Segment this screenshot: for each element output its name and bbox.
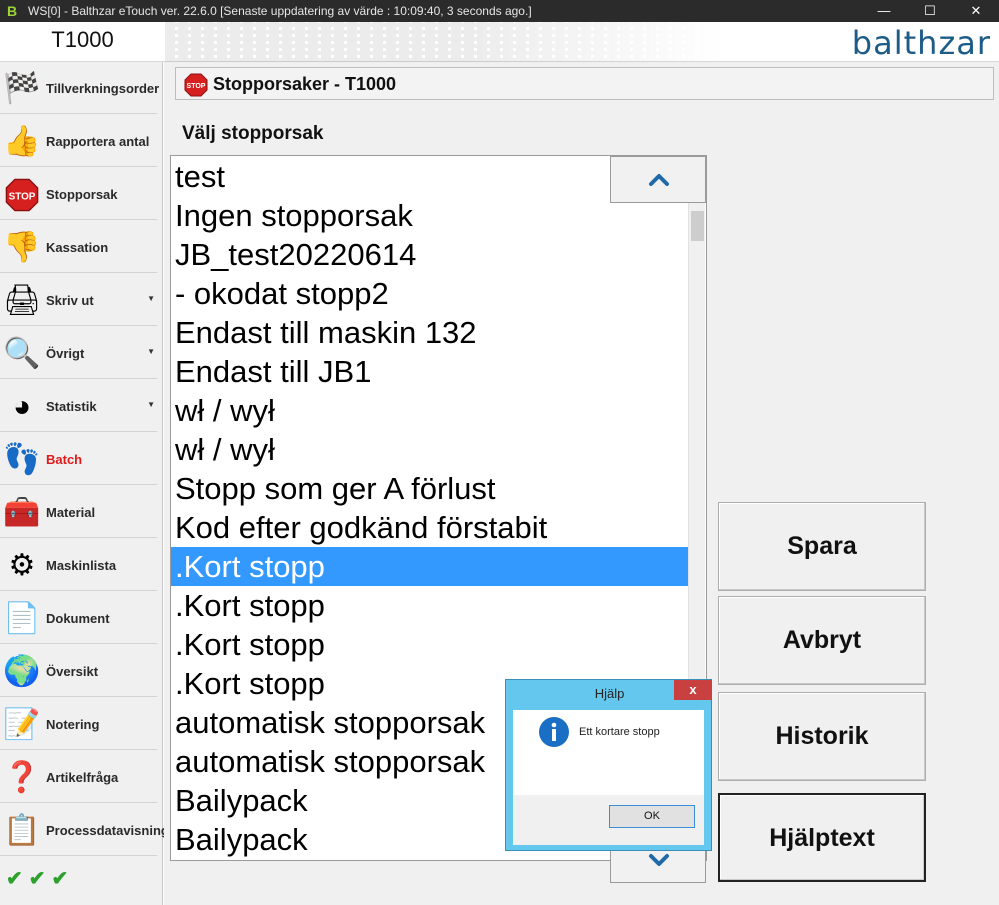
info-icon (539, 717, 569, 747)
list-item[interactable]: wł / wył (171, 430, 689, 469)
submenu-arrow-icon: ▼ (147, 347, 155, 356)
sidebar-item-label: Kassation (46, 240, 109, 255)
choose-reason-label: Välj stopporsak (182, 123, 324, 144)
sidebar-item-label: Stopporsak (46, 187, 118, 202)
stop-sign-icon: STOP (184, 73, 208, 97)
list-item[interactable]: .Kort stopp (171, 586, 689, 625)
gears-icon: ⚙ (8, 549, 36, 582)
list-item[interactable]: Kod efter godkänd förstabit (171, 508, 689, 547)
list-item[interactable]: - okodat stopp2 (171, 274, 689, 313)
globe-icon: 🌍 (3, 655, 41, 688)
dialog-close-button[interactable]: x (674, 680, 712, 700)
sidebar-item-3[interactable]: STOP Stopporsak (0, 168, 157, 220)
sidebar-item-label: Skriv ut (46, 293, 94, 308)
sidebar-item-label: Material (46, 505, 96, 520)
sidebar-item-label: Processdatavisning (46, 823, 169, 838)
machine-name: T1000 (51, 27, 114, 52)
sidebar-item-5[interactable]: 🖨 Skriv ut ▼ (0, 274, 157, 326)
help-dialog: Hjälp x Ett kortare stopp OK (505, 679, 712, 851)
list-item[interactable]: Endast till JB1 (171, 352, 689, 391)
sidebar-item-14[interactable]: ❓ Artikelfråga (0, 751, 157, 803)
sidebar-item-label: Översikt (46, 664, 99, 679)
sidebar-item-label: Rapportera antal (46, 134, 150, 149)
sidebar-item-4[interactable]: 👎 Kassation (0, 221, 157, 273)
list-item[interactable]: wł / wył (171, 391, 689, 430)
thumbs-down-icon: 👎 (3, 231, 41, 264)
sidebar-item-label: Artikelfråga (46, 770, 119, 785)
list-item[interactable]: Stopp som ger A förlust (171, 469, 689, 508)
stop-sign-text: STOP (187, 83, 206, 90)
sidebar-item-label: Statistik (46, 399, 97, 414)
list-item[interactable]: .Kort stopp (171, 625, 689, 664)
svg-text:STOP: STOP (9, 191, 36, 202)
sidebar-item-1[interactable]: 🏁 Tillverkningsorder (0, 62, 160, 114)
sidebar-item-10[interactable]: ⚙ Maskinlista (0, 539, 157, 591)
dialog-message: Ett kortare stopp (579, 726, 660, 738)
status-checkmarks: ✔✔✔ (6, 868, 75, 890)
dialog-footer: OK (513, 795, 704, 845)
balthzar-logo: balthzar (851, 24, 991, 62)
list-item[interactable]: Endast till maskin 132 (171, 313, 689, 352)
balthzar-app-icon: B (7, 3, 18, 19)
pie-chart-icon: ◕ (12, 390, 32, 423)
question-icon: ❓ (3, 761, 41, 794)
window-titlebar: B WS[0] - Balthzar eTouch ver. 22.6.0 [S… (0, 0, 999, 22)
sidebar-item-12[interactable]: 🌍 Översikt (0, 645, 157, 697)
sidebar-item-11[interactable]: 📄 Dokument (0, 592, 157, 644)
notepad-pencil-icon: 📝 (3, 708, 41, 741)
submenu-arrow-icon: ▼ (147, 400, 155, 409)
maximize-button[interactable]: ☐ (907, 0, 953, 22)
submenu-arrow-icon: ▼ (147, 294, 155, 303)
scroll-up-button[interactable] (610, 156, 706, 203)
app-header: T1000 balthzar (0, 22, 999, 62)
sidebar-item-9[interactable]: 🧰 Material (0, 486, 157, 538)
sidebar-item-8[interactable]: 👣 Batch (0, 433, 157, 485)
help-text-button[interactable]: Hjälptext (718, 793, 926, 882)
cancel-button[interactable]: Avbryt (718, 596, 926, 685)
stop-sign-icon: STOP (3, 176, 41, 214)
close-window-button[interactable]: ✕ (953, 0, 999, 22)
save-button[interactable]: Spara (718, 502, 926, 591)
sidebar-item-label: Batch (46, 452, 83, 467)
chevron-down-icon (649, 854, 669, 866)
toolbox-icon: 🧰 (3, 496, 41, 529)
sidebar-item-15[interactable]: 📋 Processdatavisning (0, 804, 169, 856)
chevron-up-icon (649, 174, 669, 186)
panel-header: STOP Stopporsaker - T1000 (175, 67, 994, 100)
sidebar-item-7[interactable]: ◕ Statistik ▼ (0, 380, 157, 432)
header-pattern (165, 22, 725, 62)
data-sheet-icon: 📋 (3, 814, 41, 847)
ok-button[interactable]: OK (609, 805, 695, 828)
sidebar-item-label: Tillverkningsorder (46, 81, 160, 96)
minimize-button[interactable]: — (861, 0, 907, 22)
sidebar-item-13[interactable]: 📝 Notering (0, 698, 157, 750)
sidebar: 🏁 Tillverkningsorder 👍 Rapportera antal STOP… (0, 62, 169, 905)
magnifier-icon: 🔍 (3, 337, 41, 370)
list-item[interactable]: JB_test20220614 (171, 235, 689, 274)
checkered-flag-icon: 🏁 (3, 72, 41, 105)
panel-title: Stopporsaker - T1000 (213, 74, 397, 94)
list-item[interactable]: .Kort stopp (171, 547, 689, 586)
history-button[interactable]: Historik (718, 692, 926, 781)
window-title: WS[0] - Balthzar eTouch ver. 22.6.0 [Sen… (28, 4, 532, 18)
document-icon: 📄 (3, 602, 41, 635)
printer-icon: 🖨 (3, 284, 42, 317)
sidebar-item-2[interactable]: 👍 Rapportera antal (0, 115, 157, 167)
sidebar-item-label: Övrigt (46, 346, 85, 361)
sidebar-item-label: Maskinlista (46, 558, 117, 573)
dialog-body: Ett kortare stopp OK (513, 710, 704, 845)
footprints-icon: 👣 (3, 443, 41, 476)
sidebar-item-label: Notering (46, 717, 100, 732)
sidebar-item-6[interactable]: 🔍 Övrigt ▼ (0, 327, 157, 379)
scrollbar-thumb[interactable] (691, 211, 704, 241)
thumbs-up-icon: 👍 (3, 125, 41, 158)
sidebar-item-label: Dokument (46, 611, 110, 626)
